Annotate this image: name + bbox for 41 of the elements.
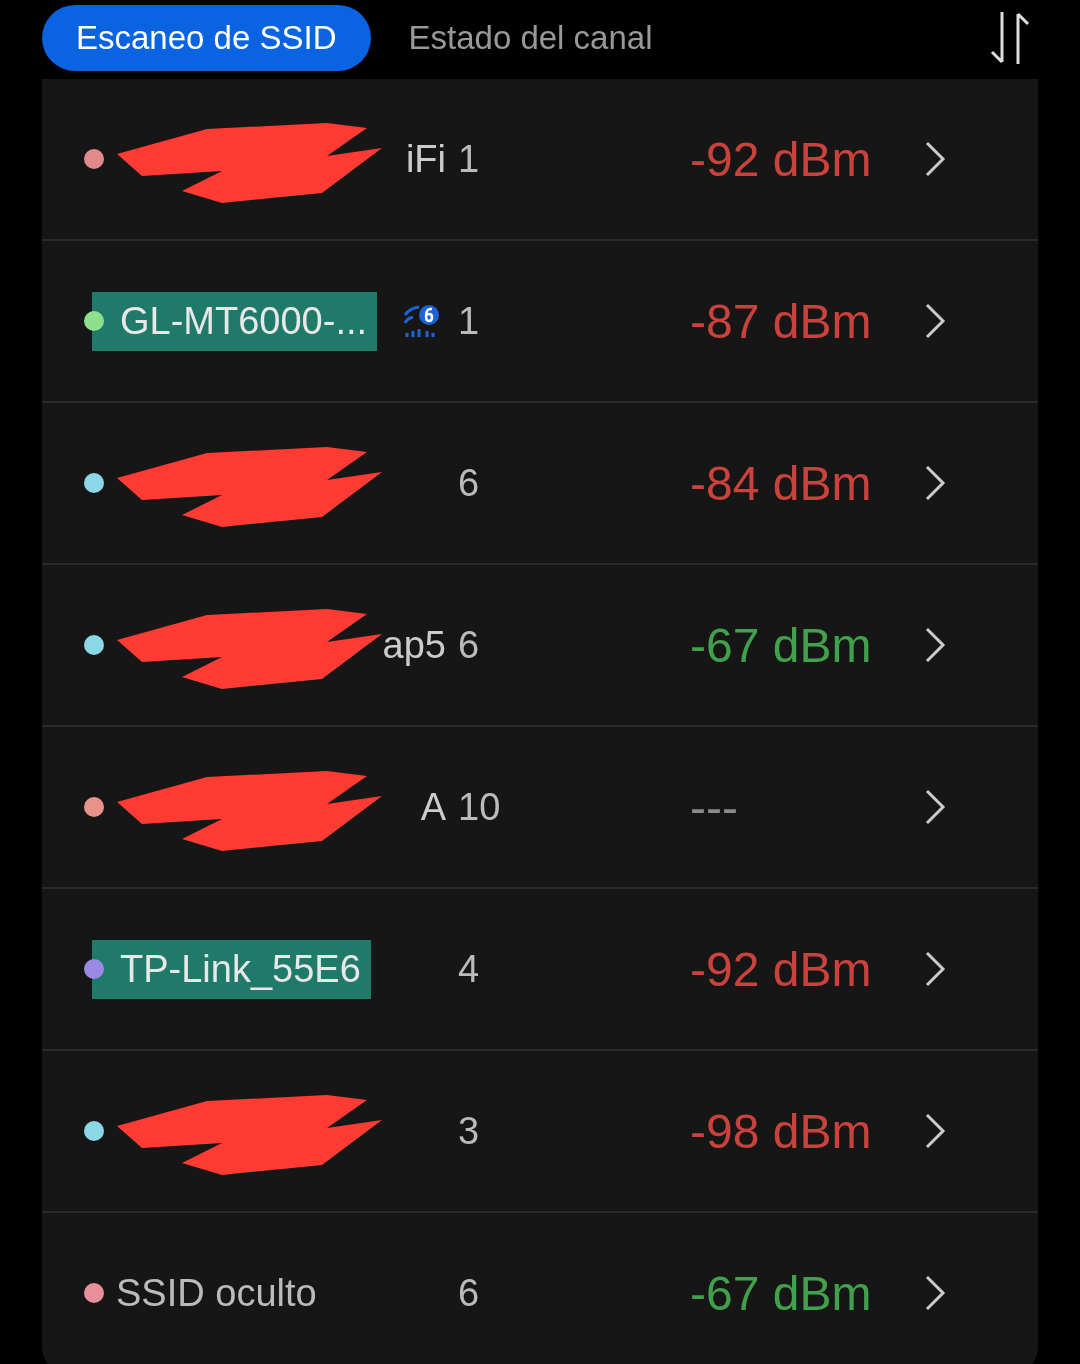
network-row[interactable]: GL-MT6000-... 1 -87 dBm xyxy=(42,241,1038,403)
network-row[interactable]: 6 -84 dBm xyxy=(42,403,1038,565)
signal-strength: -67 dBm xyxy=(690,1265,873,1321)
chevron-icon[interactable] xyxy=(924,788,946,826)
network-row[interactable]: ap5 6 -67 dBm xyxy=(42,565,1038,727)
signal-strength: -87 dBm xyxy=(690,293,873,349)
chevron-icon[interactable] xyxy=(924,626,946,664)
channel-number: 3 xyxy=(457,1109,481,1153)
signal-strength: -84 dBm xyxy=(690,455,873,511)
network-row[interactable]: SSID oculto 6 -67 dBm xyxy=(42,1213,1038,1364)
channel-number: 1 xyxy=(457,299,481,343)
chevron-icon[interactable] xyxy=(924,950,946,988)
network-name: TP-Link_55E6 xyxy=(92,939,371,999)
signal-strength: -67 dBm xyxy=(690,617,873,673)
chevron-icon[interactable] xyxy=(924,140,946,178)
network-name: A xyxy=(420,784,447,830)
channel-number: 1 xyxy=(457,137,481,181)
network-name: iFi xyxy=(405,136,447,182)
channel-number: 10 xyxy=(457,785,502,829)
network-name: SSID oculto xyxy=(116,1270,318,1316)
network-row[interactable]: iFi 1 -92 dBm xyxy=(42,79,1038,241)
network-row[interactable]: A 10 --- xyxy=(42,727,1038,889)
network-row[interactable]: TP-Link_55E6 4 -92 dBm xyxy=(42,889,1038,1051)
signal-strength: --- xyxy=(690,779,739,835)
tab[interactable]: Estado del canal xyxy=(374,5,687,71)
signal-strength: -92 dBm xyxy=(690,131,873,187)
network-name: ap5 xyxy=(382,622,447,668)
channel-number: 6 xyxy=(457,1271,481,1315)
channel-number: 4 xyxy=(457,947,481,991)
signal-strength: -98 dBm xyxy=(690,1103,873,1159)
chevron-icon[interactable] xyxy=(924,1112,946,1150)
channel-number: 6 xyxy=(457,623,481,667)
network-name: GL-MT6000-... xyxy=(92,291,378,351)
chevron-icon[interactable] xyxy=(924,1274,946,1312)
network-row[interactable]: 3 -98 dBm xyxy=(42,1051,1038,1213)
chevron-icon[interactable] xyxy=(924,464,946,502)
sort-icon[interactable] xyxy=(988,10,1032,66)
signal-strength: -92 dBm xyxy=(690,941,873,997)
channel-number: 6 xyxy=(457,461,481,505)
chevron-icon[interactable] xyxy=(924,302,946,340)
tab[interactable]: Escaneo de SSID xyxy=(42,5,371,71)
